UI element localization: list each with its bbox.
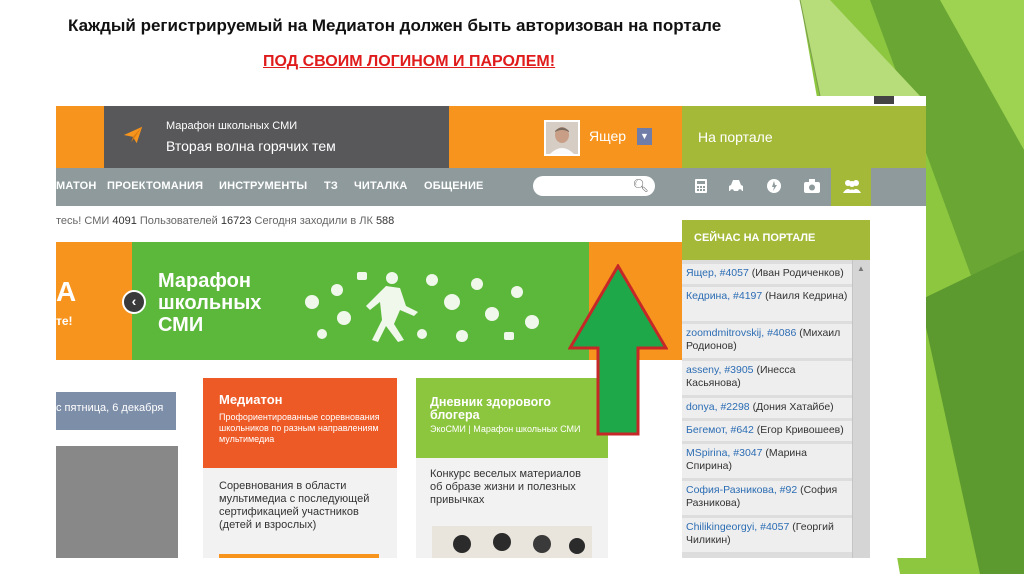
stats-prefix: тесь! xyxy=(56,215,82,227)
user-link[interactable]: MSpirina, #3047 xyxy=(686,447,762,459)
user-menu-chevron-icon[interactable]: ▼ xyxy=(637,128,652,145)
brand-line-2[interactable]: Вторая волна горячих тем xyxy=(166,138,336,154)
list-item[interactable]: zoomdmitrovskij, #4086 (Михаил Родионов) xyxy=(682,324,852,358)
user-link[interactable]: Бегемот, #642 xyxy=(686,424,754,436)
portal-now-scrollbar[interactable]: ▲ xyxy=(852,260,870,558)
scroll-up-icon[interactable]: ▲ xyxy=(857,264,865,273)
calculator-icon[interactable] xyxy=(694,179,708,193)
banner-left-text: те! xyxy=(56,314,73,328)
card-blogger-text: Конкурс веселых материалов об образе жиз… xyxy=(430,468,581,506)
nav-item-maton[interactable]: МАТОН xyxy=(56,180,97,192)
portal-screenshot: Марафон школьных СМИ Вторая волна горячи… xyxy=(56,96,926,558)
nav-item-chitalka[interactable]: ЧИТАЛКА xyxy=(354,180,408,192)
banner-left-letter: А xyxy=(56,276,77,307)
nav-item-tz[interactable]: ТЗ xyxy=(324,180,338,192)
date-plate: с пятница, 6 декабря xyxy=(56,392,176,430)
marathon-runner-illustration-icon xyxy=(305,272,539,342)
card-mediaton-text: Соревнования в области мультимедиа с пос… xyxy=(219,480,370,531)
avatar-photo-icon xyxy=(546,122,578,154)
on-portal-label[interactable]: На портале xyxy=(698,129,773,145)
card-mediaton-title[interactable]: Медиатон xyxy=(219,392,283,407)
list-item[interactable]: Chilikingeorgyi, #4057 (Георгий Чиликин) xyxy=(682,518,852,552)
user-link[interactable]: asseny, #3905 xyxy=(686,364,754,376)
brand-line-1[interactable]: Марафон школьных СМИ xyxy=(166,120,297,132)
slide-title: Каждый регистрируемый на Медиатон должен… xyxy=(68,16,722,35)
nav-item-obshchenie[interactable]: ОБЩЕНИЕ xyxy=(424,180,484,192)
banner-prev-arrow-icon[interactable]: ‹ xyxy=(122,290,146,314)
slide-subtitle: ПОД СВОИМ ЛОГИНОМ И ПАРОЛЕМ! xyxy=(263,53,556,70)
paper-plane-icon xyxy=(123,126,143,144)
user-link[interactable]: donya, #2298 xyxy=(686,401,750,413)
nav-item-instruments[interactable]: ИНСТРУМЕНТЫ xyxy=(219,180,307,192)
main-nav: МАТОН ПРОЕКТОМАНИЯ ИНСТРУМЕНТЫ ТЗ ЧИТАЛК… xyxy=(56,168,926,206)
user-link[interactable]: Chilikingeorgyi, #4057 xyxy=(686,521,789,533)
list-item[interactable]: Кедрина, #4197 (Наиля Кедрина) xyxy=(682,287,852,321)
stats-today-count: 588 xyxy=(375,215,395,227)
list-item[interactable]: donya, #2298 (Дония Хатайбе) xyxy=(682,398,852,418)
list-item[interactable]: София-Разникова, #92 (София Разникова) xyxy=(682,481,852,515)
nav-item-proektomania[interactable]: ПРОЕКТОМАНИЯ xyxy=(107,180,203,192)
stats-today-label: Сегодня заходили в ЛК xyxy=(254,215,373,227)
pointer-arrow-icon xyxy=(568,264,668,436)
portal-header: Марафон школьных СМИ Вторая волна горячи… xyxy=(56,106,926,168)
stats-users-label: Пользователей xyxy=(139,215,218,227)
portal-now-panel: СЕЙЧАС НА ПОРТАЛЕ Ящер, #4057 (Иван Роди… xyxy=(682,220,870,558)
stats-users-count: 16723 xyxy=(220,215,252,227)
user-name[interactable]: Ящер xyxy=(589,128,626,144)
idea-icon[interactable] xyxy=(766,178,782,194)
user-link[interactable]: София-Разникова, #92 xyxy=(686,484,797,496)
list-item[interactable]: Ящер, #4057 (Иван Родиченков) xyxy=(682,264,852,284)
news-card-gray[interactable] xyxy=(56,446,178,558)
stats-smi-label: СМИ xyxy=(84,215,110,227)
stats-line: тесь! СМИ 4091 Пользователей 16723 Сегод… xyxy=(56,215,394,227)
card-mediaton-header[interactable]: Медиатон Профориентированные соревновани… xyxy=(203,378,397,468)
banner-title[interactable]: Марафон школьных СМИ xyxy=(158,270,298,336)
user-avatar[interactable] xyxy=(544,120,580,156)
list-item[interactable]: MSpirina, #3047 (Марина Спирина) xyxy=(682,444,852,478)
card-mediaton-subtitle: Профориентированные соревнования школьни… xyxy=(219,412,380,444)
stats-smi-count: 4091 xyxy=(112,215,137,227)
search-icon[interactable]: 🔍︎ xyxy=(632,178,649,194)
people-photo-icon xyxy=(432,526,592,558)
list-item[interactable]: Бегемот, #642 (Егор Кривошеев) xyxy=(682,421,852,441)
user-link[interactable]: Кедрина, #4197 xyxy=(686,290,762,302)
search-input[interactable]: 🔍︎ xyxy=(533,176,655,196)
card-blogger-body[interactable]: Конкурс веселых материалов об образе жиз… xyxy=(416,458,608,558)
card-mediaton-body[interactable]: Соревнования в области мультимедиа с пос… xyxy=(203,468,397,558)
portal-now-heading: СЕЙЧАС НА ПОРТАЛЕ xyxy=(682,220,870,260)
nav-active-tab[interactable] xyxy=(831,168,871,206)
portal-now-list: Ящер, #4057 (Иван Родиченков) Кедрина, #… xyxy=(682,260,870,558)
user-link[interactable]: Ящер, #4057 xyxy=(686,267,749,279)
people-icon xyxy=(843,180,861,193)
card-blogger-photo[interactable] xyxy=(432,526,592,558)
camera-icon[interactable] xyxy=(804,179,820,193)
user-link[interactable]: zoomdmitrovskij, #4086 xyxy=(686,327,796,339)
banner-prev-slide[interactable]: А те! xyxy=(56,242,132,360)
corner-button[interactable] xyxy=(874,96,894,104)
list-item[interactable]: asseny, #3905 (Инесса Касьянова) xyxy=(682,361,852,395)
car-icon[interactable] xyxy=(728,179,744,193)
